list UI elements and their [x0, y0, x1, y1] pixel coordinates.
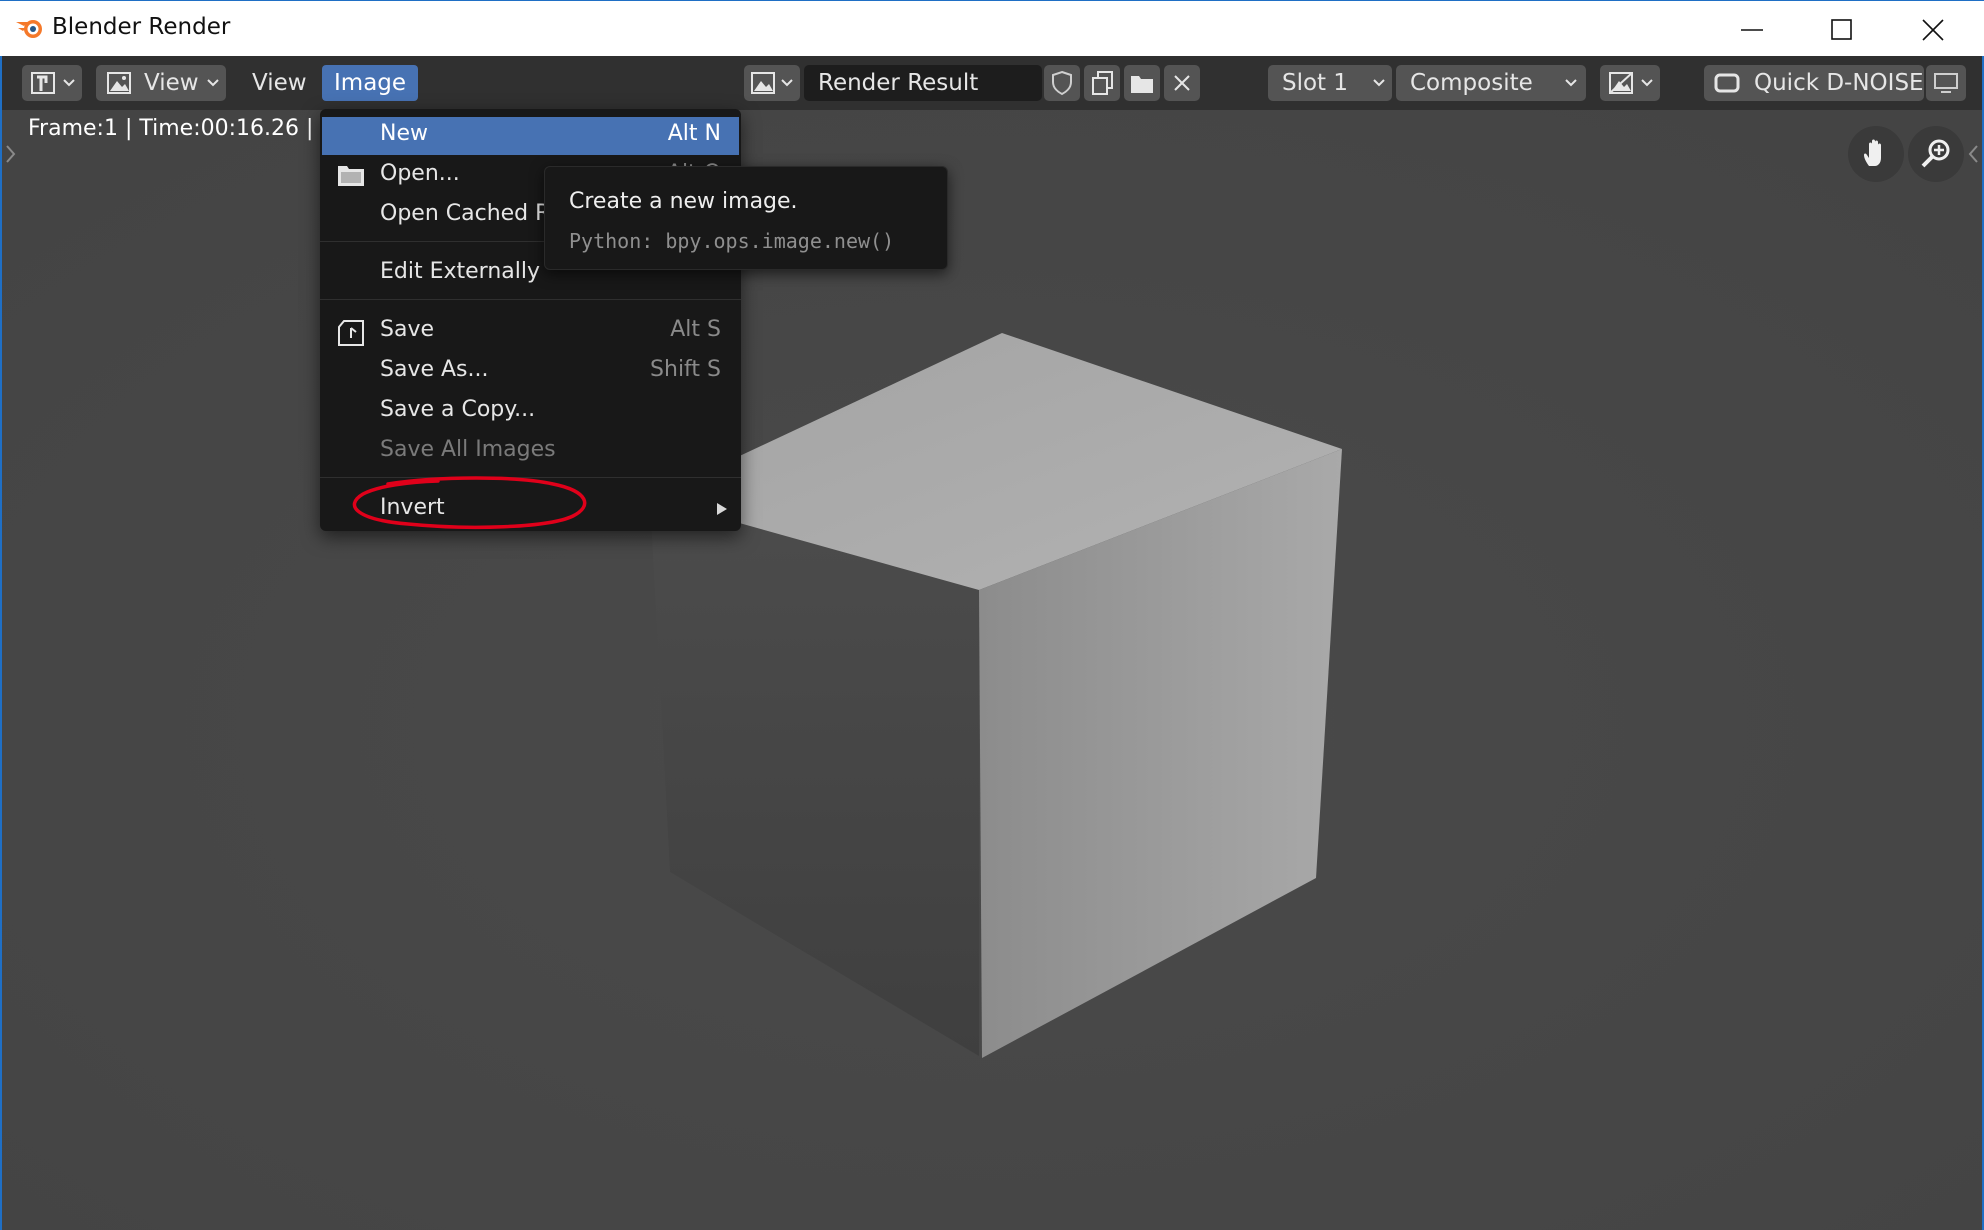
chevron-down-icon	[781, 79, 793, 87]
red-circle-annotation	[352, 476, 587, 530]
menu-item-shortcut: Alt S	[670, 317, 721, 342]
tooltip: Create a new image. Python: bpy.ops.imag…	[544, 166, 948, 270]
image-editor-icon	[31, 72, 55, 94]
menu-item-label: Edit Externally	[380, 259, 541, 284]
menu-view[interactable]: View	[240, 65, 319, 101]
image-alpha-icon	[1609, 72, 1633, 94]
pan-view-button[interactable]	[1848, 126, 1904, 182]
quick-dnoise-button[interactable]: Quick D-NOISE	[1704, 65, 1924, 101]
window-title: Blender Render	[52, 14, 231, 40]
menu-item-label: Save	[380, 317, 435, 342]
menu-item-label: Save All Images	[380, 437, 556, 462]
menu-item-save-all-images: Save All Images	[320, 433, 741, 471]
menu-item-label: Save As...	[380, 357, 489, 382]
chevron-down-icon	[1641, 79, 1653, 87]
unlink-image-button[interactable]	[1164, 65, 1200, 101]
view-mode-dropdown[interactable]: View	[96, 65, 226, 101]
image-icon	[107, 72, 131, 94]
menu-item-save-as[interactable]: Save As... Shift S	[320, 353, 741, 391]
menu-item-label: Open...	[380, 161, 460, 186]
minimize-icon	[1741, 29, 1763, 31]
close-icon	[1922, 19, 1944, 41]
menu-item-save-a-copy[interactable]: Save a Copy...	[320, 393, 741, 431]
layer-dropdown[interactable]: Composite	[1396, 65, 1586, 101]
new-image-button[interactable]	[1084, 65, 1120, 101]
render-frame-info: Frame:1 | Time:00:16.26 | M	[28, 116, 340, 141]
browse-image-button[interactable]	[744, 65, 800, 101]
menu-item-label: Save a Copy...	[380, 397, 536, 422]
close-icon	[1174, 75, 1190, 91]
shield-icon	[1052, 70, 1072, 96]
menu-item-label: New	[380, 121, 428, 146]
menu-item-save[interactable]: Save Alt S	[320, 313, 741, 351]
tooltip-description: Create a new image.	[569, 189, 798, 214]
checkbox-icon	[1714, 73, 1740, 93]
image-icon	[751, 72, 775, 94]
image-editor-area: View View Image Render Result Slot 1 Com…	[0, 56, 1984, 1230]
close-button[interactable]	[1888, 1, 1978, 57]
zoom-view-button[interactable]	[1908, 126, 1964, 182]
fake-user-button[interactable]	[1044, 65, 1080, 101]
submenu-arrow-icon	[717, 503, 727, 515]
menu-separator	[320, 299, 741, 300]
menu-item-new[interactable]: New Alt N	[322, 117, 739, 155]
editor-header: View View Image Render Result Slot 1 Com…	[2, 56, 1982, 110]
image-name-field[interactable]: Render Result	[804, 65, 1042, 101]
quick-dnoise-label: Quick D-NOISE	[1754, 70, 1924, 96]
maximize-button[interactable]	[1797, 1, 1887, 57]
blender-logo-icon	[16, 20, 42, 38]
folder-icon	[1131, 76, 1153, 93]
chevron-down-icon	[63, 79, 75, 87]
editor-type-button[interactable]	[22, 65, 82, 101]
minimize-button[interactable]	[1707, 1, 1797, 57]
render-preview	[2, 110, 1982, 1230]
duplicate-icon	[1092, 71, 1113, 95]
window-titlebar: Blender Render	[0, 0, 1984, 56]
chevron-down-icon	[1373, 79, 1385, 87]
tooltip-python: Python: bpy.ops.image.new()	[569, 229, 895, 253]
menu-image[interactable]: Image	[322, 65, 419, 101]
maximize-icon	[1831, 19, 1852, 40]
monitor-icon	[1934, 73, 1958, 93]
toggle-denoise-button[interactable]	[1926, 65, 1966, 101]
menu-item-shortcut: Alt N	[667, 121, 721, 146]
layer-label: Composite	[1410, 70, 1533, 96]
menu-item-label: Open Cached R	[380, 201, 551, 226]
hand-icon	[1864, 139, 1881, 166]
chevron-down-icon	[1565, 79, 1577, 87]
save-icon	[338, 320, 364, 346]
slot-label: Slot 1	[1282, 70, 1349, 96]
display-channels-button[interactable]	[1600, 65, 1660, 101]
open-image-button[interactable]	[1124, 65, 1160, 101]
sidebar-toggle-icon[interactable]	[1966, 142, 1980, 166]
slot-dropdown[interactable]: Slot 1	[1268, 65, 1392, 101]
image-name-label: Render Result	[818, 70, 979, 96]
toolbar-toggle-icon[interactable]	[4, 142, 18, 166]
view-mode-label: View	[144, 70, 199, 96]
folder-icon	[338, 166, 364, 186]
chevron-down-icon	[207, 79, 219, 87]
menu-item-shortcut: Shift S	[650, 357, 721, 382]
zoom-in-icon	[1921, 139, 1950, 168]
